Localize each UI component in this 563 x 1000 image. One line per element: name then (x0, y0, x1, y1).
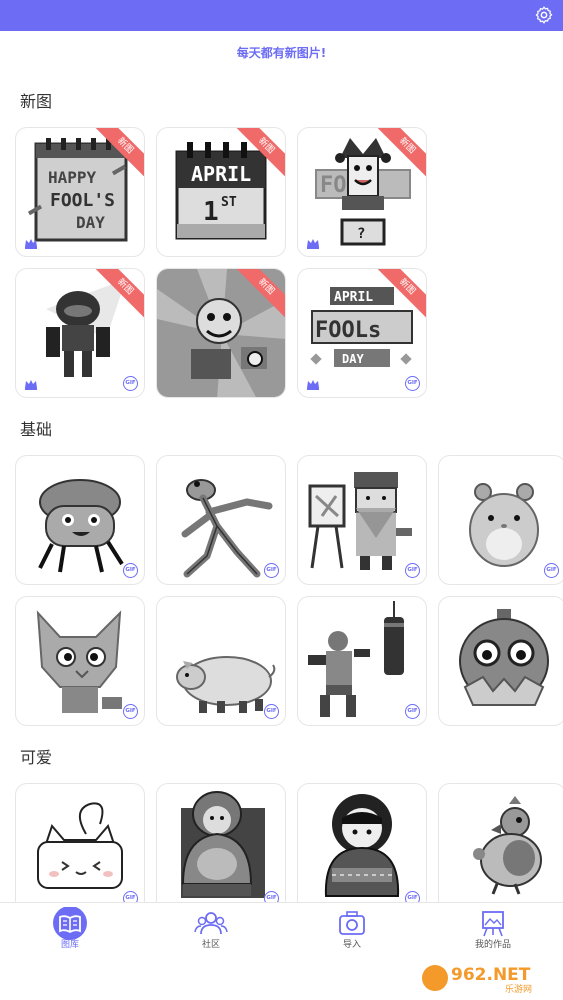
svg-text:DAY: DAY (76, 213, 105, 232)
book-icon (53, 907, 87, 940)
gif-badge: GIF (264, 704, 279, 719)
tab-label: 我的作品 (474, 940, 511, 950)
camera-icon (339, 911, 365, 935)
artwork-tile[interactable] (438, 596, 563, 726)
gif-badge: GIF (123, 704, 138, 719)
svg-text:APRIL: APRIL (191, 162, 251, 186)
daily-banner: 每天都有新图片! (236, 46, 327, 60)
watermark-subtext: 乐游网 (505, 983, 532, 994)
top-bar (0, 0, 563, 31)
section-title-cute: 可爱 (20, 748, 53, 767)
artwork-thumbnail (473, 796, 542, 895)
artwork-tile[interactable]: HAPPY FOOL'S DAY 新图 (15, 127, 145, 257)
crown-icon (307, 380, 319, 390)
section-title-new: 新图 (20, 92, 53, 111)
tab-community[interactable]: 社区 (141, 903, 281, 963)
artwork-tile[interactable]: APRIL 1 ST 新图 (156, 127, 286, 257)
svg-text:APRIL: APRIL (334, 290, 373, 305)
artwork-tile[interactable]: GIF (15, 783, 145, 913)
artwork-tile[interactable]: GIF (15, 596, 145, 726)
svg-text:FOOLs: FOOLs (315, 318, 381, 343)
tab-my-works[interactable]: 我的作品 (423, 903, 563, 963)
gif-badge: GIF (123, 376, 138, 391)
gif-badge: GIF (123, 563, 138, 578)
gif-badge: GIF (405, 376, 420, 391)
gif-badge: GIF (405, 704, 420, 719)
artwork-tile[interactable]: 新图 (156, 268, 286, 398)
svg-text:ST: ST (221, 195, 237, 210)
tab-label: 社区 (201, 940, 220, 950)
gear-icon[interactable] (534, 5, 554, 25)
artwork-tile[interactable]: GIF (297, 596, 427, 726)
svg-text:DAY: DAY (342, 352, 364, 366)
artwork-thumbnail (459, 609, 549, 706)
gif-badge: GIF (405, 563, 420, 578)
crown-icon (25, 239, 37, 249)
svg-text:HAPPY: HAPPY (48, 168, 97, 187)
artwork-tile[interactable]: GIF (297, 455, 427, 585)
tab-gallery[interactable]: 图库 (0, 903, 140, 963)
svg-text:?: ? (357, 226, 365, 242)
artwork-tile[interactable]: GIF (438, 455, 563, 585)
artwork-tile[interactable]: 新图 GIF (15, 268, 145, 398)
gif-badge: GIF (544, 563, 559, 578)
gif-badge: GIF (264, 563, 279, 578)
tab-import[interactable]: 导入 (282, 903, 422, 963)
tab-label: 图库 (60, 940, 79, 950)
watermark-text: 962.NET (451, 965, 531, 985)
crown-icon (307, 239, 319, 249)
easel-icon (482, 911, 504, 937)
section-title-basic: 基础 (20, 420, 53, 439)
watermark-logo: 962.NET 乐游网 (422, 965, 532, 994)
tab-label: 导入 (342, 940, 361, 950)
artwork-tile[interactable]: GIF (156, 596, 286, 726)
artwork-tile[interactable] (438, 783, 563, 913)
artwork-tile[interactable]: GIF (15, 455, 145, 585)
artwork-tile[interactable]: GIF (297, 783, 427, 913)
svg-text:FOOL'S: FOOL'S (50, 190, 115, 211)
people-icon (194, 912, 228, 935)
svg-text:1: 1 (203, 197, 219, 227)
artwork-tile[interactable]: FOOL ? 新图 (297, 127, 427, 257)
crown-icon (25, 380, 37, 390)
artwork-tile[interactable]: GIF (156, 455, 286, 585)
artwork-tile[interactable]: APRIL FOOLs DAY 新图 GIF (297, 268, 427, 398)
artwork-tile[interactable]: GIF (156, 783, 286, 913)
